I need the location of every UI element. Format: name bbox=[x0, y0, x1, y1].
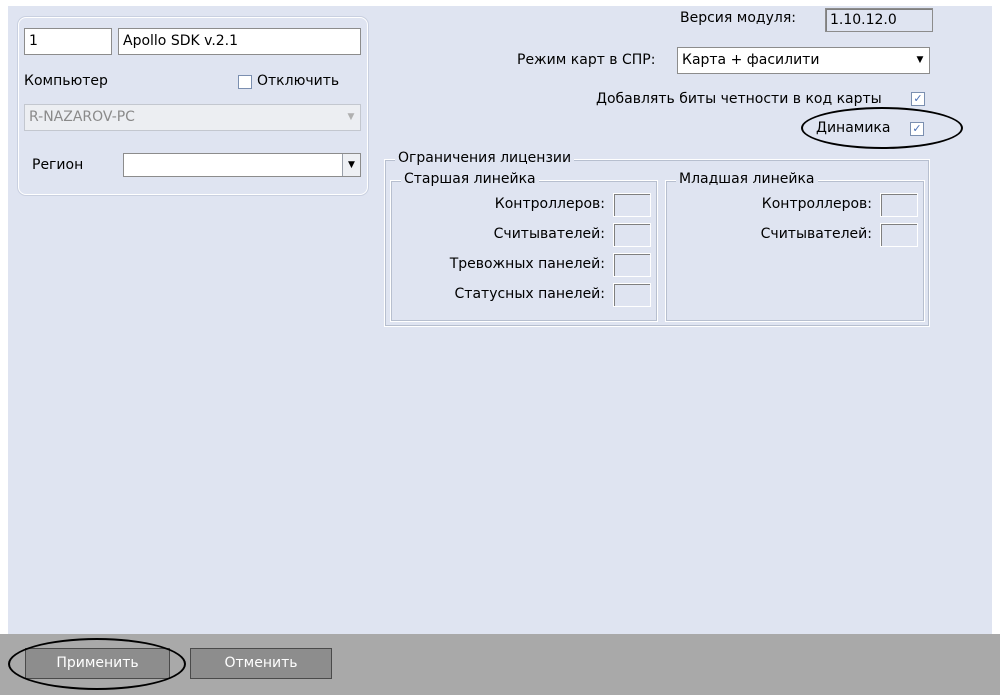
senior-status-panels-field[interactable] bbox=[613, 283, 651, 307]
senior-alarm-panels-label: Тревожных панелей: bbox=[449, 256, 605, 272]
object-id-field[interactable]: 1 bbox=[24, 28, 112, 55]
card-mode-select[interactable]: Карта + фасилити ▼ bbox=[677, 47, 930, 74]
check-icon: ✓ bbox=[912, 122, 922, 135]
junior-controllers-field[interactable] bbox=[880, 193, 918, 217]
senior-title: Старшая линейка bbox=[401, 171, 539, 187]
senior-controllers-field[interactable] bbox=[613, 193, 651, 217]
senior-group: Старшая линейка Контроллеров: Считывател… bbox=[390, 171, 658, 322]
senior-alarm-panels-field[interactable] bbox=[613, 253, 651, 277]
junior-readers-label: Считывателей: bbox=[760, 226, 872, 242]
object-box: 1 Apollo SDK v.2.1 Компьютер Отключить R… bbox=[18, 17, 368, 195]
junior-title: Младшая линейка bbox=[676, 171, 818, 187]
settings-window: 1 Apollo SDK v.2.1 Компьютер Отключить R… bbox=[0, 0, 1000, 695]
disable-checkbox[interactable] bbox=[238, 75, 252, 89]
senior-controllers-label: Контроллеров: bbox=[494, 196, 605, 212]
computer-value: R-NAZAROV-PC bbox=[29, 109, 135, 125]
object-name-field[interactable]: Apollo SDK v.2.1 bbox=[118, 28, 361, 55]
chevron-down-icon: ▼ bbox=[347, 112, 355, 122]
region-select[interactable]: ▼ bbox=[123, 153, 361, 177]
module-version-field: 1.10.12.0 bbox=[825, 8, 933, 32]
senior-status-panels-label: Статусных панелей: bbox=[454, 286, 605, 302]
disable-label: Отключить bbox=[257, 73, 340, 89]
card-mode-value: Карта + фасилити bbox=[682, 52, 820, 68]
senior-readers-label: Считывателей: bbox=[493, 226, 605, 242]
chevron-down-icon: ▼ bbox=[342, 154, 360, 176]
junior-group: Младшая линейка Контроллеров: Считывател… bbox=[665, 171, 925, 322]
license-title: Ограничения лицензии bbox=[395, 150, 575, 166]
junior-readers-field[interactable] bbox=[880, 223, 918, 247]
senior-readers-field[interactable] bbox=[613, 223, 651, 247]
module-version-label: Версия модуля: bbox=[680, 10, 796, 26]
dynamics-checkbox[interactable]: ✓ bbox=[910, 122, 924, 136]
cancel-button[interactable]: Отменить bbox=[190, 648, 332, 679]
parity-label: Добавлять биты четности в код карты bbox=[596, 91, 882, 107]
dynamics-label: Динамика bbox=[816, 120, 891, 136]
check-icon: ✓ bbox=[913, 92, 923, 105]
apply-button[interactable]: Применить bbox=[25, 648, 170, 679]
chevron-down-icon: ▼ bbox=[916, 55, 924, 65]
parity-checkbox[interactable]: ✓ bbox=[911, 92, 925, 106]
bottom-bar: Применить Отменить bbox=[0, 634, 1000, 695]
junior-controllers-label: Контроллеров: bbox=[761, 196, 872, 212]
computer-label: Компьютер bbox=[24, 73, 108, 89]
settings-panel: 1 Apollo SDK v.2.1 Компьютер Отключить R… bbox=[8, 6, 992, 634]
card-mode-label: Режим карт в СПР: bbox=[517, 52, 656, 68]
region-label: Регион bbox=[32, 157, 84, 173]
license-group: Ограничения лицензии Старшая линейка Кон… bbox=[384, 150, 930, 327]
computer-select[interactable]: R-NAZAROV-PC ▼ bbox=[24, 104, 361, 131]
